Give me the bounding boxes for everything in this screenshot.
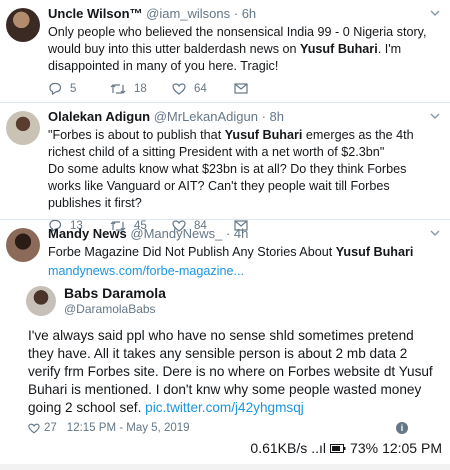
avatar[interactable] [6, 228, 40, 262]
like-button[interactable]: 64 [172, 83, 234, 95]
tweet-time[interactable]: · 6h [234, 6, 256, 21]
tweet-time[interactable]: · 8h [262, 109, 284, 124]
tweet-text: "Forbes is about to publish that Yusuf B… [48, 128, 414, 210]
retweet-count: 18 [134, 82, 147, 95]
tweet-olalekan-adigun[interactable]: Olalekan Adigun @MrLekanAdigun · 8h "For… [0, 103, 450, 232]
retweet-button[interactable]: 18 [110, 83, 172, 95]
author-handle[interactable]: @iam_wilsons [146, 6, 230, 21]
embedded-tweet-footer: 27 12:15 PM - May 5, 2019 [28, 422, 190, 434]
heart-icon [28, 423, 40, 433]
tweet-time[interactable]: · 4h [226, 226, 248, 241]
embedded-tweet-text: I've always said ppl who have no sense s… [28, 328, 433, 415]
reply-count: 5 [70, 82, 77, 95]
tweet-actions: 5 18 64 [48, 82, 440, 95]
tweet-header: Uncle Wilson™ @iam_wilsons · 6h [48, 6, 440, 22]
author-name[interactable]: Olalekan Adigun [48, 109, 150, 124]
avatar[interactable] [6, 111, 40, 145]
envelope-icon [234, 83, 248, 94]
embedded-tweet-screenshot: Babs Daramola @DaramolaBabs I've always … [0, 282, 450, 470]
author-name[interactable]: Uncle Wilson™ [48, 6, 143, 21]
reply-button[interactable]: 5 [48, 82, 110, 95]
chevron-down-icon[interactable] [430, 111, 440, 121]
retweet-icon [110, 83, 126, 94]
reply-icon [49, 82, 62, 95]
embedded-like-count: 27 [44, 422, 57, 434]
embedded-author-handle: @DaramolaBabs [64, 302, 156, 316]
embedded-datetime: 12:15 PM - May 5, 2019 [66, 422, 190, 434]
avatar [26, 286, 56, 316]
clock: 12:05 PM [382, 440, 442, 456]
battery-icon [330, 443, 346, 453]
tweet-link[interactable]: mandynews.com/forbe-magazine... [48, 263, 440, 280]
battery-level: 73% [350, 440, 379, 456]
phone-status-bar: 0.61KB/s ..ıl 73% 12:05 PM [246, 440, 442, 456]
chevron-down-icon[interactable] [430, 228, 440, 238]
embedded-media-link: pic.twitter.com/j42yhgmsqj [145, 400, 304, 415]
heart-icon [172, 82, 186, 95]
embedded-author-name: Babs Daramola [64, 285, 166, 301]
tweet-header: Mandy News @MandyNews_ · 4h [48, 226, 440, 242]
author-name[interactable]: Mandy News [48, 226, 127, 241]
avatar[interactable] [6, 8, 40, 42]
bottom-bar [0, 464, 450, 470]
author-handle[interactable]: @MandyNews_ [130, 226, 222, 241]
tweet-uncle-wilson[interactable]: Uncle Wilson™ @iam_wilsons · 6h Only peo… [0, 0, 450, 103]
network-speed: 0.61KB/s [250, 440, 308, 456]
author-handle[interactable]: @MrLekanAdigun [154, 109, 258, 124]
tweet-text: Only people who believed the nonsensical… [48, 25, 427, 73]
signal-icon: ..ıl [311, 440, 327, 456]
tweet-text: Forbe Magazine Did Not Publish Any Stori… [48, 245, 414, 259]
info-icon: i [396, 422, 408, 434]
like-count: 64 [194, 82, 207, 95]
tweet-mandy-news[interactable]: Mandy News @MandyNews_ · 4h Forbe Magazi… [0, 220, 450, 280]
tweet-header: Olalekan Adigun @MrLekanAdigun · 8h [48, 109, 440, 125]
share-button[interactable] [234, 83, 256, 94]
chevron-down-icon[interactable] [430, 8, 440, 18]
